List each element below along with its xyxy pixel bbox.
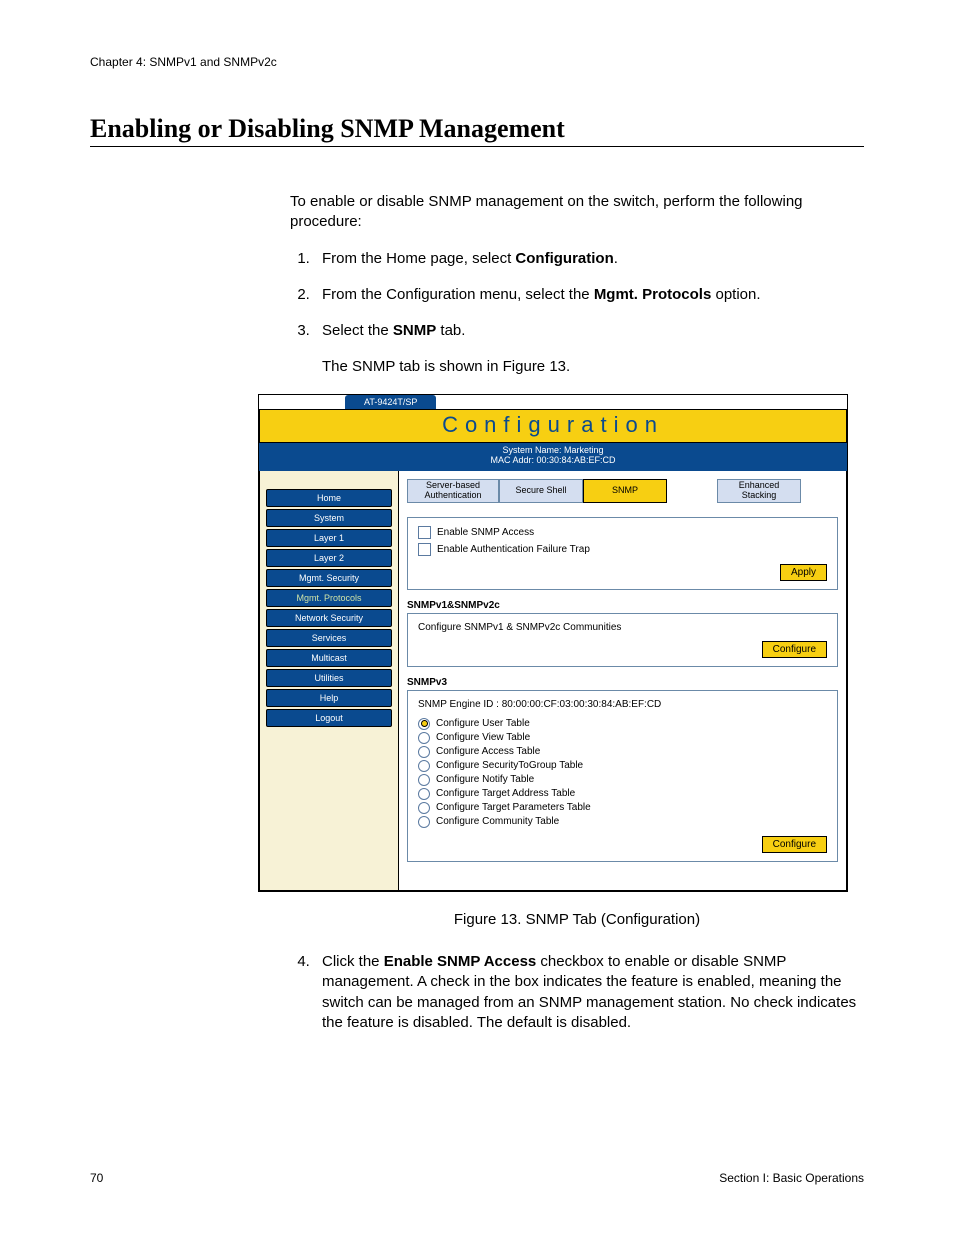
- mac-addr-line: MAC Addr: 00:30:84:AB:EF:CD: [259, 455, 847, 466]
- section-label: Section I: Basic Operations: [719, 1171, 864, 1185]
- footer: 70 Section I: Basic Operations: [90, 1171, 864, 1185]
- step-2-a: From the Configuration menu, select the: [322, 286, 594, 303]
- radio-target-address-table-label: Configure Target Address Table: [436, 788, 575, 799]
- sidebar: Home System Layer 1 Layer 2 Mgmt. Securi…: [260, 471, 398, 890]
- snmpv1v2c-heading: SNMPv1&SNMPv2c: [407, 600, 838, 611]
- system-strip: System Name: Marketing MAC Addr: 00:30:8…: [259, 443, 847, 472]
- step-1-a: From the Home page, select: [322, 250, 515, 267]
- page-title: Configuration: [259, 409, 847, 443]
- radio-user-table-label: Configure User Table: [436, 718, 530, 729]
- snmpv1v2c-box: Configure SNMPv1 & SNMPv2c Communities C…: [407, 613, 838, 667]
- radio-access-table[interactable]: [418, 746, 430, 758]
- step-3-a: Select the: [322, 322, 393, 339]
- sidebar-item-services[interactable]: Services: [266, 629, 392, 647]
- tab-secure-shell[interactable]: Secure Shell: [499, 479, 583, 503]
- step-4: Click the Enable SNMP Access checkbox to…: [314, 952, 864, 1033]
- sidebar-item-network-security[interactable]: Network Security: [266, 609, 392, 627]
- sidebar-item-logout[interactable]: Logout: [266, 709, 392, 727]
- radio-securitytogroup-table[interactable]: [418, 760, 430, 772]
- chapter-header: Chapter 4: SNMPv1 and SNMPv2c: [90, 55, 864, 69]
- step-2: From the Configuration menu, select the …: [314, 285, 864, 305]
- enable-snmp-access-checkbox[interactable]: [418, 526, 431, 539]
- snmpv3-heading: SNMPv3: [407, 677, 838, 688]
- page-number: 70: [90, 1171, 103, 1185]
- sidebar-item-mgmt-security[interactable]: Mgmt. Security: [266, 569, 392, 587]
- apply-button[interactable]: Apply: [780, 564, 827, 581]
- step-3-bold: SNMP: [393, 322, 436, 339]
- step-2-c: option.: [711, 286, 760, 303]
- sidebar-item-layer1[interactable]: Layer 1: [266, 529, 392, 547]
- tab-snmp[interactable]: SNMP: [583, 479, 667, 503]
- model-tab: AT-9424T/SP: [345, 395, 436, 409]
- snmp-access-box: Enable SNMP Access Enable Authentication…: [407, 517, 838, 590]
- radio-target-address-table[interactable]: [418, 788, 430, 800]
- enable-snmp-access-label: Enable SNMP Access: [437, 527, 534, 538]
- enable-auth-failure-trap-label: Enable Authentication Failure Trap: [437, 544, 590, 555]
- radio-view-table[interactable]: [418, 732, 430, 744]
- enable-auth-failure-trap-checkbox[interactable]: [418, 543, 431, 556]
- step-3-extra: The SNMP tab is shown in Figure 13.: [322, 357, 864, 377]
- section-title: Enabling or Disabling SNMP Management: [90, 114, 864, 147]
- radio-target-parameters-table-label: Configure Target Parameters Table: [436, 802, 591, 813]
- radio-user-table[interactable]: [418, 718, 430, 730]
- step-2-bold: Mgmt. Protocols: [594, 286, 712, 303]
- radio-notify-table-label: Configure Notify Table: [436, 774, 534, 785]
- sidebar-item-utilities[interactable]: Utilities: [266, 669, 392, 687]
- step-3: Select the SNMP tab. The SNMP tab is sho…: [314, 321, 864, 378]
- step-1-bold: Configuration: [515, 250, 613, 267]
- radio-securitytogroup-table-label: Configure SecurityToGroup Table: [436, 760, 583, 771]
- sidebar-item-help[interactable]: Help: [266, 689, 392, 707]
- tab-enhanced-stacking[interactable]: Enhanced Stacking: [717, 479, 801, 503]
- snmpv3-box: SNMP Engine ID : 80:00:00:CF:03:00:30:84…: [407, 690, 838, 862]
- configure-v1v2c-button[interactable]: Configure: [762, 641, 827, 658]
- step-4-a: Click the: [322, 953, 384, 970]
- sidebar-item-system[interactable]: System: [266, 509, 392, 527]
- sidebar-item-multicast[interactable]: Multicast: [266, 649, 392, 667]
- tab-row: Server-based Authentication Secure Shell…: [407, 479, 838, 503]
- step-3-c: tab.: [436, 322, 465, 339]
- sidebar-item-layer2[interactable]: Layer 2: [266, 549, 392, 567]
- sidebar-item-mgmt-protocols[interactable]: Mgmt. Protocols: [266, 589, 392, 607]
- configure-v3-button[interactable]: Configure: [762, 836, 827, 853]
- sidebar-item-home[interactable]: Home: [266, 489, 392, 507]
- step-1: From the Home page, select Configuration…: [314, 249, 864, 269]
- radio-notify-table[interactable]: [418, 774, 430, 786]
- radio-target-parameters-table[interactable]: [418, 802, 430, 814]
- step-1-c: .: [614, 250, 618, 267]
- intro-text: To enable or disable SNMP management on …: [290, 192, 864, 233]
- radio-community-table[interactable]: [418, 816, 430, 828]
- snmp-engine-id: SNMP Engine ID : 80:00:00:CF:03:00:30:84…: [418, 699, 827, 710]
- tab-server-auth[interactable]: Server-based Authentication: [407, 479, 499, 503]
- radio-access-table-label: Configure Access Table: [436, 746, 540, 757]
- radio-view-table-label: Configure View Table: [436, 732, 530, 743]
- model-bar: AT-9424T/SP: [259, 395, 847, 409]
- system-name-line: System Name: Marketing: [259, 445, 847, 456]
- figure-snmp-tab: AT-9424T/SP Configuration System Name: M…: [258, 394, 848, 892]
- figure-caption: Figure 13. SNMP Tab (Configuration): [290, 910, 864, 930]
- main-panel: Server-based Authentication Secure Shell…: [398, 471, 846, 890]
- radio-community-table-label: Configure Community Table: [436, 816, 559, 827]
- snmpv1v2c-line: Configure SNMPv1 & SNMPv2c Communities: [418, 622, 827, 633]
- step-4-bold: Enable SNMP Access: [384, 953, 537, 970]
